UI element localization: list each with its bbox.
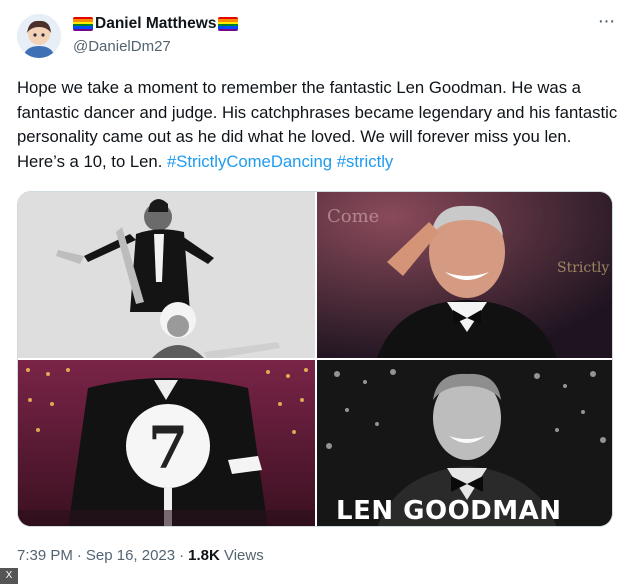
avatar[interactable] (17, 14, 61, 58)
tweet-date[interactable]: Sep 16, 20​23 (86, 547, 175, 564)
rainbow-flag-icon (218, 17, 239, 31)
media-photo-portrait[interactable]: LEN GOODMAN (317, 360, 612, 526)
media-grid: Come Strictly 7 LEN GOODMAN (17, 191, 613, 527)
display-name[interactable]: Daniel Matthews (95, 15, 216, 33)
views-label: Views (223, 547, 264, 564)
media-photo-salute[interactable]: Come Strictly (317, 192, 612, 358)
hashtag-link[interactable]: #strictly (337, 152, 394, 171)
x-logo-icon: X (0, 568, 18, 584)
separator-dot: · (179, 547, 185, 564)
author-handle[interactable]: @DanielDm27 (73, 38, 171, 55)
author-name-row[interactable]: Daniel Matthews (73, 15, 239, 33)
rainbow-flag-icon (73, 17, 93, 31)
separator-dot: · (76, 547, 82, 564)
media-caption: LEN GOODMAN (336, 496, 562, 526)
more-icon[interactable]: ··· (594, 11, 618, 34)
media-photo-dancers[interactable] (18, 192, 315, 358)
views-count: 1.8K (188, 547, 220, 564)
svg-text:Come: Come (327, 206, 379, 227)
media-photo-scorecard[interactable]: 7 (18, 360, 315, 526)
svg-text:Strictly: Strictly (557, 260, 609, 276)
scorecard-number: 7 (148, 414, 188, 482)
hashtag-link[interactable]: #StrictlyComeDancing (167, 152, 332, 171)
tweet-meta: 7:39 PM · Sep 16, 20​23 · 1.8K Views (17, 547, 264, 564)
tweet-text: Hope we take a moment to remember the fa… (17, 76, 621, 175)
tweet-card: Daniel Matthews @DanielDm27 ··· Hope we … (0, 0, 634, 584)
tweet-time[interactable]: 7:39 PM (17, 547, 73, 564)
